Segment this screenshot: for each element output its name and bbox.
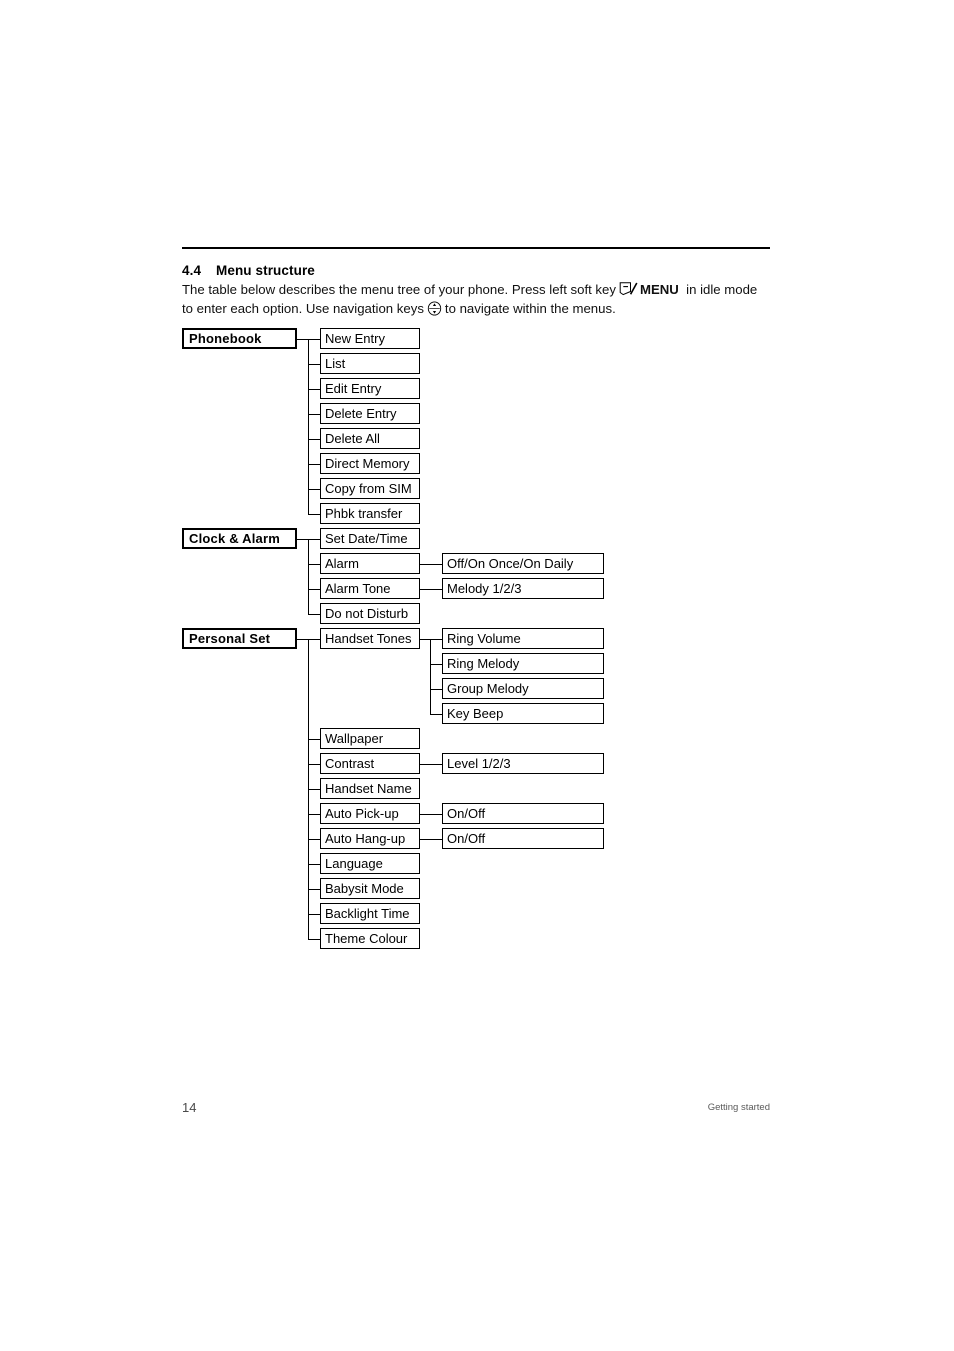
menu-node-language[interactable]: Language xyxy=(320,853,420,874)
soft-key-icon xyxy=(619,282,638,296)
menu-node-handset-tones[interactable]: Handset Tones xyxy=(320,628,420,649)
menu-node-group-melody-678[interactable]: Group Melody xyxy=(442,678,604,699)
menu-node-personal-set[interactable]: Personal Set xyxy=(182,628,297,649)
connector-handset-tones xyxy=(308,638,320,640)
intro-line1-part2: in idle mode xyxy=(686,282,758,297)
connector-copy-from-sim xyxy=(308,488,320,490)
menu-node-contrast[interactable]: Contrast xyxy=(320,753,420,774)
connector-delete-entry xyxy=(308,413,320,415)
navigation-key-icon xyxy=(427,300,442,316)
menu-node-edit-entry[interactable]: Edit Entry xyxy=(320,378,420,399)
connector-direct-memory xyxy=(308,463,320,465)
intro-line2-part1: to enter each option. Use navigation key… xyxy=(182,300,424,316)
connector-on-off-803 xyxy=(420,813,442,815)
menu-node-on-off-828[interactable]: On/Off xyxy=(442,828,604,849)
menu-node-key-beep-703[interactable]: Key Beep xyxy=(442,703,604,724)
connector-handset-name xyxy=(308,788,320,790)
menu-node-backlight-time[interactable]: Backlight Time xyxy=(320,903,420,924)
menu-node-alarm[interactable]: Alarm xyxy=(320,553,420,574)
connector-set-date-time xyxy=(308,538,320,540)
menu-node-direct-memory[interactable]: Direct Memory xyxy=(320,453,420,474)
connector-ring-melody-653 xyxy=(430,663,442,665)
menu-node-do-not-disturb[interactable]: Do not Disturb xyxy=(320,603,420,624)
branch-handset-tones xyxy=(430,638,431,714)
menu-node-set-date-time[interactable]: Set Date/Time xyxy=(320,528,420,549)
menu-node-ring-melody-653[interactable]: Ring Melody xyxy=(442,653,604,674)
connector-list xyxy=(308,363,320,365)
menu-node-level-1-2-3-753[interactable]: Level 1/2/3 xyxy=(442,753,604,774)
intro-paragraph: The table below describes the menu tree … xyxy=(182,281,782,318)
intro-line1-part1: The table below describes the menu tree … xyxy=(182,282,616,297)
menu-node-alarm-tone[interactable]: Alarm Tone xyxy=(320,578,420,599)
menu-node-copy-from-sim[interactable]: Copy from SIM xyxy=(320,478,420,499)
connector-auto-pick-up xyxy=(308,813,320,815)
intro-line2-part2: to navigate within the menus. xyxy=(444,300,616,316)
menu-node-delete-all[interactable]: Delete All xyxy=(320,428,420,449)
connector-group-melody-678 xyxy=(430,688,442,690)
connector-edit-entry xyxy=(308,388,320,390)
menu-node-off-on-once-on-daily-553[interactable]: Off/On Once/On Daily xyxy=(442,553,604,574)
connector-language xyxy=(308,863,320,865)
menu-node-babysit-mode[interactable]: Babysit Mode xyxy=(320,878,420,899)
connector-backlight-time xyxy=(308,913,320,915)
menu-node-new-entry[interactable]: New Entry xyxy=(320,328,420,349)
connector-melody-1-2-3-578 xyxy=(420,588,442,590)
connector-on-off-828 xyxy=(420,838,442,840)
connector-phbk-transfer xyxy=(308,513,320,515)
connector-off-on-once-on-daily-553 xyxy=(420,563,442,565)
menu-node-theme-colour[interactable]: Theme Colour xyxy=(320,928,420,949)
menu-node-phonebook[interactable]: Phonebook xyxy=(182,328,297,349)
section-title: Menu structure xyxy=(216,263,315,278)
menu-node-delete-entry[interactable]: Delete Entry xyxy=(320,403,420,424)
header-rule xyxy=(182,247,770,249)
connector-alarm-tone xyxy=(308,588,320,590)
menu-node-phbk-transfer[interactable]: Phbk transfer xyxy=(320,503,420,524)
connector-theme-colour xyxy=(308,938,320,940)
menu-node-on-off-803[interactable]: On/Off xyxy=(442,803,604,824)
connector-contrast xyxy=(308,763,320,765)
menu-node-clock-alarm[interactable]: Clock & Alarm xyxy=(182,528,297,549)
menu-node-ring-volume-628[interactable]: Ring Volume xyxy=(442,628,604,649)
connector-do-not-disturb xyxy=(308,613,320,615)
manual-page: 4.4 Menu structure The table below descri… xyxy=(0,0,954,1351)
menu-node-auto-hang-up[interactable]: Auto Hang-up xyxy=(320,828,420,849)
connector-ring-volume-628 xyxy=(430,638,442,640)
connector-new-entry xyxy=(308,338,320,340)
connector-auto-hang-up xyxy=(308,838,320,840)
menu-node-handset-name[interactable]: Handset Name xyxy=(320,778,420,799)
menu-node-auto-pick-up[interactable]: Auto Pick-up xyxy=(320,803,420,824)
menu-node-wallpaper[interactable]: Wallpaper xyxy=(320,728,420,749)
connector-alarm xyxy=(308,563,320,565)
menu-node-list[interactable]: List xyxy=(320,353,420,374)
page-title: 4.4 Menu structure xyxy=(182,263,315,278)
footer-chapter-label: Getting started xyxy=(707,1102,770,1113)
section-number: 4.4 xyxy=(182,263,202,278)
trunk-clock-alarm xyxy=(308,538,309,614)
menu-softkey-label: MENU xyxy=(639,282,679,297)
trunk-phonebook xyxy=(308,338,309,514)
connector-babysit-mode xyxy=(308,888,320,890)
connector-delete-all xyxy=(308,438,320,440)
connector-key-beep-703 xyxy=(430,713,442,715)
menu-node-melody-1-2-3-578[interactable]: Melody 1/2/3 xyxy=(442,578,604,599)
connector-level-1-2-3-753 xyxy=(420,763,442,765)
page-number: 14 xyxy=(182,1100,197,1115)
connector-wallpaper xyxy=(308,738,320,740)
